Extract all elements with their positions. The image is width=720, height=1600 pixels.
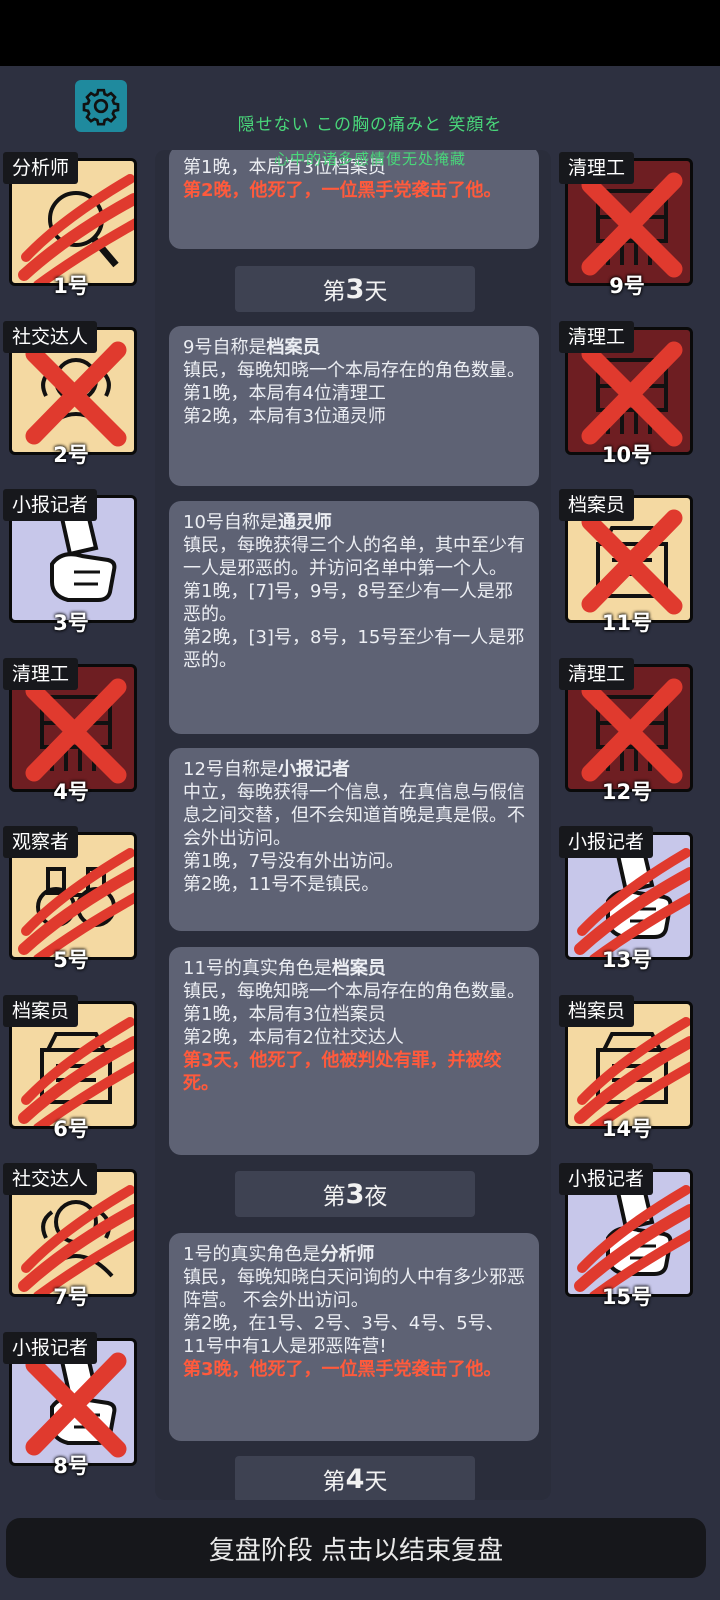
player-number: 5号 (53, 948, 89, 972)
player-card[interactable]: 清理工 12号 (559, 657, 695, 804)
log-card: 1号的真实角色是分析师 镇民，每晚知晓白天问询的人中有多少邪恶阵营。 不会外出访… (169, 1233, 539, 1441)
role-label: 清理工 (3, 657, 79, 690)
player-card[interactable]: 档案员 11号 (559, 489, 695, 635)
lyric-translation: 心中的诸多感情便无处掩藏 (273, 150, 466, 168)
player-number: 14号 (601, 1116, 653, 1141)
player-number: 10号 (601, 442, 653, 467)
game-screen: 第1晚，本局有3位档案员 第2晚，他死了，一位黑手党袭击了他。 第3天 9号自称… (0, 0, 720, 1600)
role-label: 档案员 (559, 994, 635, 1027)
lyric-line: 隠せない この胸の痛みと 笑顔を (237, 115, 503, 135)
end-replay-button[interactable]: 复盘阶段 点击以结束复盘 (6, 1518, 706, 1578)
player-number: 9号 (609, 274, 645, 298)
role-label: 观察者 (3, 826, 79, 858)
player-number: 7号 (53, 1285, 89, 1309)
player-card[interactable]: 小报记者 3号 (3, 489, 139, 635)
player-card[interactable]: 分析师 1号 (3, 152, 139, 298)
player-card[interactable]: 档案员 6号 (3, 994, 139, 1141)
player-number: 2号 (53, 442, 89, 467)
player-card[interactable]: 档案员 14号 (559, 994, 695, 1141)
log-card: 9号自称是档案员 镇民，每晚知晓一个本局存在的角色数量。 第1晚，本局有4位清理… (169, 326, 539, 486)
role-label: 社交达人 (3, 320, 98, 353)
player-number: 6号 (53, 1116, 89, 1141)
player-card[interactable]: 社交达人 2号 (3, 320, 139, 467)
settings-button[interactable] (75, 80, 127, 132)
player-number: 1号 (53, 274, 89, 298)
role-label: 清理工 (559, 657, 635, 690)
role-label: 社交达人 (3, 1163, 98, 1195)
replay-log[interactable]: 第1晚，本局有3位档案员 第2晚，他死了，一位黑手党袭击了他。 第3天 9号自称… (155, 150, 551, 1500)
player-card[interactable]: 小报记者 13号 (559, 826, 695, 972)
player-number: 13号 (601, 948, 653, 972)
player-card[interactable]: 小报记者 15号 (559, 1163, 695, 1309)
role-label: 小报记者 (559, 826, 654, 858)
day-separator: 第4天 (235, 1456, 475, 1500)
role-label: 小报记者 (559, 1163, 654, 1195)
night-separator: 第3夜 (235, 1171, 475, 1217)
day-separator: 第3天 (235, 266, 475, 312)
player-card[interactable]: 清理工 10号 (559, 320, 695, 467)
role-label: 档案员 (3, 994, 79, 1027)
player-number: 3号 (53, 611, 89, 635)
status-bar (0, 0, 720, 66)
role-label: 清理工 (559, 152, 635, 184)
log-card: 12号自称是小报记者 中立，每晚获得一个信息，在真信息与假信息之间交替，但不会知… (169, 748, 539, 931)
player-card[interactable]: 清理工 4号 (3, 657, 139, 804)
player-number: 12号 (601, 779, 653, 804)
player-card[interactable]: 社交达人 7号 (3, 1163, 139, 1309)
player-number: 8号 (53, 1453, 89, 1478)
player-number: 4号 (53, 779, 89, 804)
player-number: 15号 (601, 1285, 653, 1309)
log-card: 11号的真实角色是档案员 镇民，每晚知晓一个本局存在的角色数量。 第1晚，本局有… (169, 947, 539, 1155)
role-label: 小报记者 (3, 489, 98, 521)
role-label: 小报记者 (3, 1331, 98, 1364)
role-label: 档案员 (559, 489, 635, 521)
gear-icon (82, 88, 120, 126)
player-card[interactable]: 清理工 9号 (559, 152, 695, 298)
player-card[interactable]: 小报记者 8号 (3, 1331, 139, 1478)
player-number: 11号 (601, 611, 653, 635)
role-label: 分析师 (3, 152, 79, 184)
player-card[interactable]: 观察者 5号 (3, 826, 139, 972)
role-label: 清理工 (559, 320, 635, 353)
log-card: 10号自称是通灵师 镇民，每晚获得三个人的名单，其中至少有一人是邪恶的。并访问名… (169, 501, 539, 734)
end-replay-label: 复盘阶段 点击以结束复盘 (208, 1535, 504, 1566)
